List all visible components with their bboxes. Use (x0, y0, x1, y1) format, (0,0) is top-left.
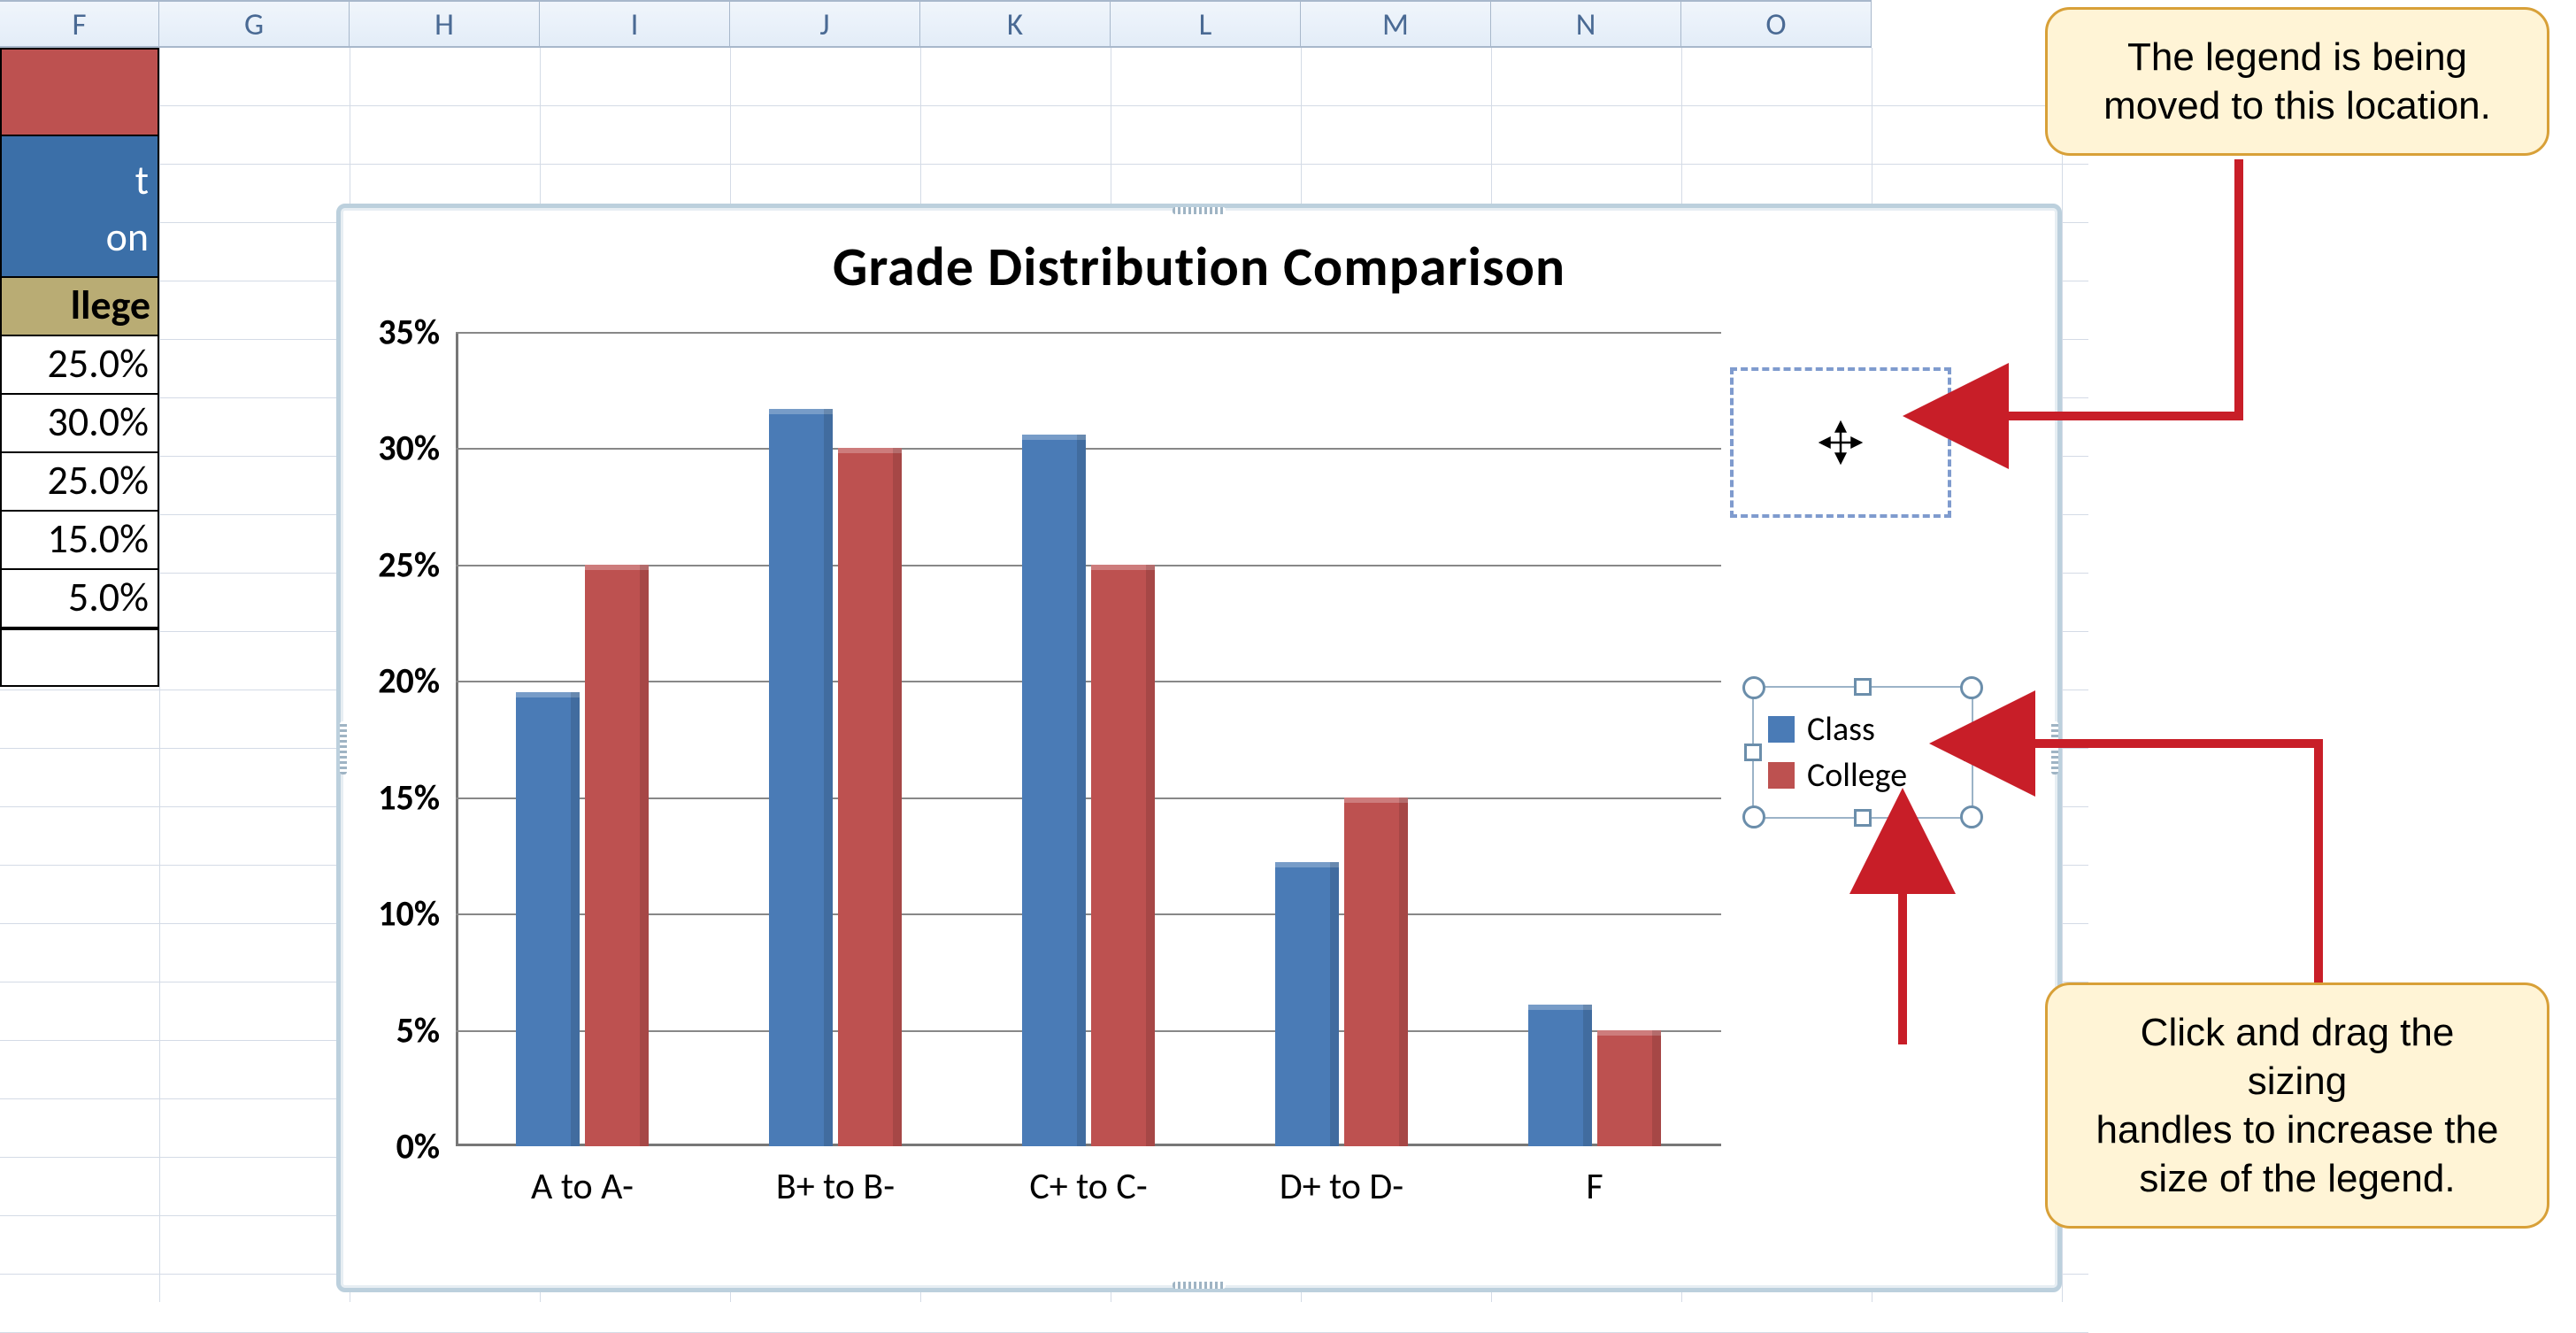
bar-college-1[interactable] (838, 448, 902, 1146)
col-header-L[interactable]: L (1111, 2, 1301, 46)
chart-plot-area[interactable]: 0%5%10%15%20%25%30%35%A to A-B+ to B-C+ … (456, 332, 1721, 1146)
col-header-F[interactable]: F (0, 2, 159, 46)
col-header-O[interactable]: O (1681, 2, 1872, 46)
legend-resize-handle[interactable] (1854, 678, 1872, 696)
gridline (456, 448, 1721, 450)
bar-class-0[interactable] (516, 692, 580, 1146)
cell-series-color-red[interactable] (0, 48, 159, 136)
legend-resize-handle[interactable] (1742, 676, 1765, 699)
y-tick-label: 15% (378, 775, 440, 819)
y-tick-label: 30% (378, 427, 440, 470)
legend-label: Class (1807, 709, 1875, 750)
legend-resize-handle[interactable] (1744, 744, 1762, 761)
x-category-label: D+ to D- (1280, 1164, 1403, 1209)
chart-title[interactable]: Grade Distribution Comparison (341, 233, 2057, 300)
callout-sizing-handles: Click and drag the sizing handles to inc… (2045, 982, 2549, 1229)
x-category-label: A to A- (531, 1164, 634, 1209)
col-header-I[interactable]: I (540, 2, 730, 46)
col-header-K[interactable]: K (920, 2, 1111, 46)
move-cursor-icon (1819, 420, 1863, 465)
arrow-to-legend-bottom (1788, 832, 2009, 1062)
column-headers: F G H I J K L M N O (0, 0, 1872, 48)
cell-header-fragment[interactable]: t on (0, 136, 159, 278)
col-header-J[interactable]: J (730, 2, 920, 46)
chart-resize-handle-bottom[interactable] (1173, 1282, 1226, 1289)
y-tick-label: 20% (378, 659, 440, 703)
bar-class-2[interactable] (1022, 435, 1086, 1146)
cell-empty[interactable] (0, 628, 159, 687)
col-header-H[interactable]: H (350, 2, 540, 46)
cell-pct-3[interactable]: 15.0% (0, 512, 159, 570)
legend-resize-handle[interactable] (1742, 805, 1765, 828)
y-tick-label: 10% (378, 892, 440, 936)
arrow-to-drop-target (1947, 133, 2318, 487)
bar-college-2[interactable] (1091, 565, 1155, 1146)
legend-swatch-class (1768, 716, 1795, 743)
bar-class-1[interactable] (769, 409, 833, 1146)
callout-legend-moving: The legend is being moved to this locati… (2045, 7, 2549, 156)
cell-pct-2[interactable]: 25.0% (0, 453, 159, 512)
clipped-left-column: t on llege 25.0% 30.0% 25.0% 15.0% 5.0% (0, 48, 159, 687)
legend-drop-target[interactable] (1730, 367, 1951, 518)
col-header-N[interactable]: N (1491, 2, 1681, 46)
bar-class-3[interactable] (1275, 862, 1339, 1146)
chart-resize-handle-top[interactable] (1173, 207, 1226, 214)
legend-label: College (1807, 755, 1907, 796)
y-tick-label: 35% (378, 311, 440, 354)
cell-subheader-college[interactable]: llege (0, 278, 159, 336)
bar-college-3[interactable] (1344, 797, 1408, 1146)
cell-pct-0[interactable]: 25.0% (0, 336, 159, 395)
y-axis (456, 332, 458, 1146)
chart-resize-handle-left[interactable] (340, 721, 347, 774)
bar-class-4[interactable] (1528, 1005, 1592, 1146)
cell-pct-1[interactable]: 30.0% (0, 395, 159, 453)
x-category-label: B+ to B- (776, 1164, 895, 1209)
y-tick-label: 25% (378, 543, 440, 586)
col-header-G[interactable]: G (159, 2, 350, 46)
cell-pct-4[interactable]: 5.0% (0, 570, 159, 628)
y-tick-label: 5% (396, 1008, 440, 1052)
legend-resize-handle[interactable] (1854, 809, 1872, 827)
bar-college-4[interactable] (1597, 1030, 1661, 1146)
y-tick-label: 0% (396, 1125, 440, 1168)
col-header-M[interactable]: M (1301, 2, 1491, 46)
x-category-label: F (1586, 1164, 1603, 1209)
bar-college-0[interactable] (585, 565, 649, 1146)
gridline (456, 332, 1721, 334)
x-category-label: C+ to C- (1029, 1164, 1147, 1209)
legend-swatch-college (1768, 762, 1795, 789)
chart-object[interactable]: Grade Distribution Comparison 0%5%10%15%… (336, 204, 2062, 1292)
